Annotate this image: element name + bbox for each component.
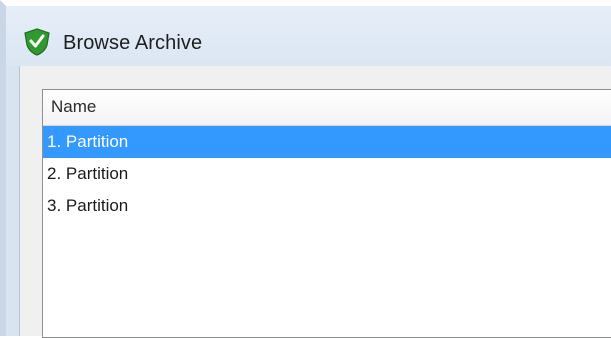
list-item-partition-1[interactable]: 1. Partition (43, 126, 611, 158)
dialog-client-area: Name 1. Partition 2. Partition 3. Partit… (19, 66, 611, 338)
shield-check-icon (24, 28, 50, 56)
column-header-name[interactable]: Name (51, 97, 96, 117)
list-rows: 1. Partition 2. Partition 3. Partition (43, 126, 611, 222)
window-title: Browse Archive (63, 32, 203, 54)
list-header: Name (43, 90, 611, 126)
browse-archive-window: Browse Archive Name 1. Partition 2. Part… (0, 0, 611, 338)
archive-list-view[interactable]: Name 1. Partition 2. Partition 3. Partit… (42, 89, 611, 338)
title-bar[interactable]: Browse Archive (6, 6, 611, 66)
list-item-partition-2[interactable]: 2. Partition (43, 158, 611, 190)
list-item-partition-3[interactable]: 3. Partition (43, 190, 611, 222)
